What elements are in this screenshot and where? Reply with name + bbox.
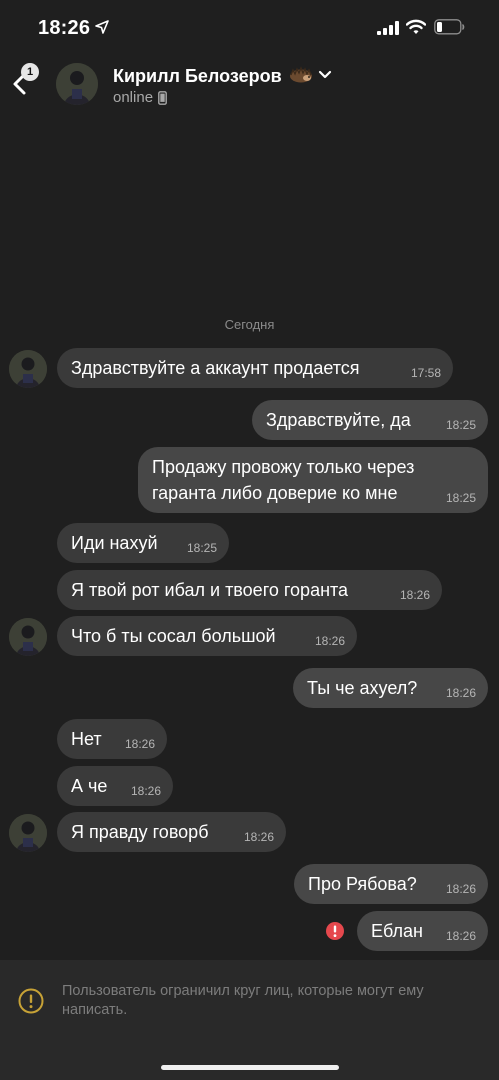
message-text-line: гаранта либо доверие ко мне <box>152 483 398 503</box>
message-time: 18:25 <box>186 541 217 555</box>
message-bubble-outgoing[interactable]: Еблан 18:26 <box>357 911 488 951</box>
sender-avatar[interactable] <box>9 350 47 388</box>
message-time: 17:58 <box>410 366 441 380</box>
message-time: 18:25 <box>445 491 476 505</box>
person-avatar-icon <box>9 350 47 388</box>
message-text: Что б ты сосал большой <box>71 626 276 646</box>
warning-icon <box>18 988 44 1014</box>
message-time: 18:25 <box>445 418 476 432</box>
chat-header: 1 Кирилл Белозеров online <box>0 56 499 116</box>
message-bubble-outgoing[interactable]: Про Рябова? 18:26 <box>294 864 488 904</box>
online-status: online <box>113 89 154 106</box>
message-time: 18:26 <box>399 588 430 602</box>
date-separator: Сегодня <box>224 317 275 332</box>
message-text-line: Продажу провожу только через <box>152 457 415 477</box>
message-bubble-outgoing[interactable]: Продажу провожу только через гаранта либ… <box>138 447 488 513</box>
message-text: Здравствуйте а аккаунт продается <box>71 358 360 378</box>
unread-count-badge: 1 <box>21 63 39 81</box>
error-icon[interactable] <box>325 921 345 941</box>
message-bubble-incoming[interactable]: Я твой рот ибал и твоего горанта 18:26 <box>57 570 442 610</box>
person-avatar-icon <box>56 63 98 105</box>
location-arrow-icon <box>95 20 109 34</box>
sender-avatar[interactable] <box>9 814 47 852</box>
message-text: Про Рябова? <box>308 874 417 894</box>
message-text: Здравствуйте, да <box>266 410 411 430</box>
status-bar: 18:26 <box>0 0 499 56</box>
message-bubble-outgoing[interactable]: Ты че ахуел? 18:26 <box>293 668 488 708</box>
message-text: Иди нахуй <box>71 533 158 553</box>
battery-icon <box>434 19 465 35</box>
message-bubble-incoming[interactable]: Что б ты сосал большой 18:26 <box>57 616 357 656</box>
cellular-signal-icon <box>377 21 399 35</box>
chevron-down-icon[interactable] <box>318 70 332 80</box>
message-text: Я твой рот ибал и твоего горанта <box>71 580 349 600</box>
message-time: 18:26 <box>314 634 345 648</box>
message-time: 18:26 <box>243 830 274 844</box>
message-bubble-incoming[interactable]: Здравствуйте а аккаунт продается 17:58 <box>57 348 453 388</box>
message-bubble-incoming[interactable]: Иди нахуй 18:25 <box>57 523 229 563</box>
person-avatar-icon <box>9 618 47 656</box>
message-bubble-outgoing[interactable]: Здравствуйте, да 18:25 <box>252 400 488 440</box>
message-time: 18:26 <box>130 784 161 798</box>
message-bubble-incoming[interactable]: Нет 18:26 <box>57 719 167 759</box>
hedgehog-icon <box>290 66 312 83</box>
contact-avatar[interactable] <box>56 63 98 105</box>
restriction-footer: Пользователь ограничил круг лиц, которые… <box>0 960 499 1080</box>
sender-avatar[interactable] <box>9 618 47 656</box>
mobile-phone-icon <box>158 91 167 105</box>
home-indicator[interactable] <box>161 1065 339 1070</box>
message-text: А че <box>71 776 108 796</box>
message-time: 18:26 <box>124 737 155 751</box>
message-time: 18:26 <box>445 929 476 943</box>
message-bubble-incoming[interactable]: Я правду говорб 18:26 <box>57 812 286 852</box>
message-text: Нет <box>71 729 102 749</box>
message-bubble-incoming[interactable]: А че 18:26 <box>57 766 173 806</box>
back-button[interactable]: 1 <box>8 60 48 104</box>
message-text: Я правду говорб <box>71 822 209 842</box>
status-time: 18:26 <box>38 17 91 39</box>
restriction-notice: Пользователь ограничил круг лиц, которые… <box>62 983 424 1018</box>
contact-name[interactable]: Кирилл Белозеров <box>113 66 282 87</box>
message-text: Еблан <box>371 921 423 941</box>
wifi-icon <box>406 19 426 34</box>
message-text: Ты че ахуел? <box>307 678 418 698</box>
person-avatar-icon <box>9 814 47 852</box>
message-time: 18:26 <box>445 882 476 896</box>
message-time: 18:26 <box>445 686 476 700</box>
